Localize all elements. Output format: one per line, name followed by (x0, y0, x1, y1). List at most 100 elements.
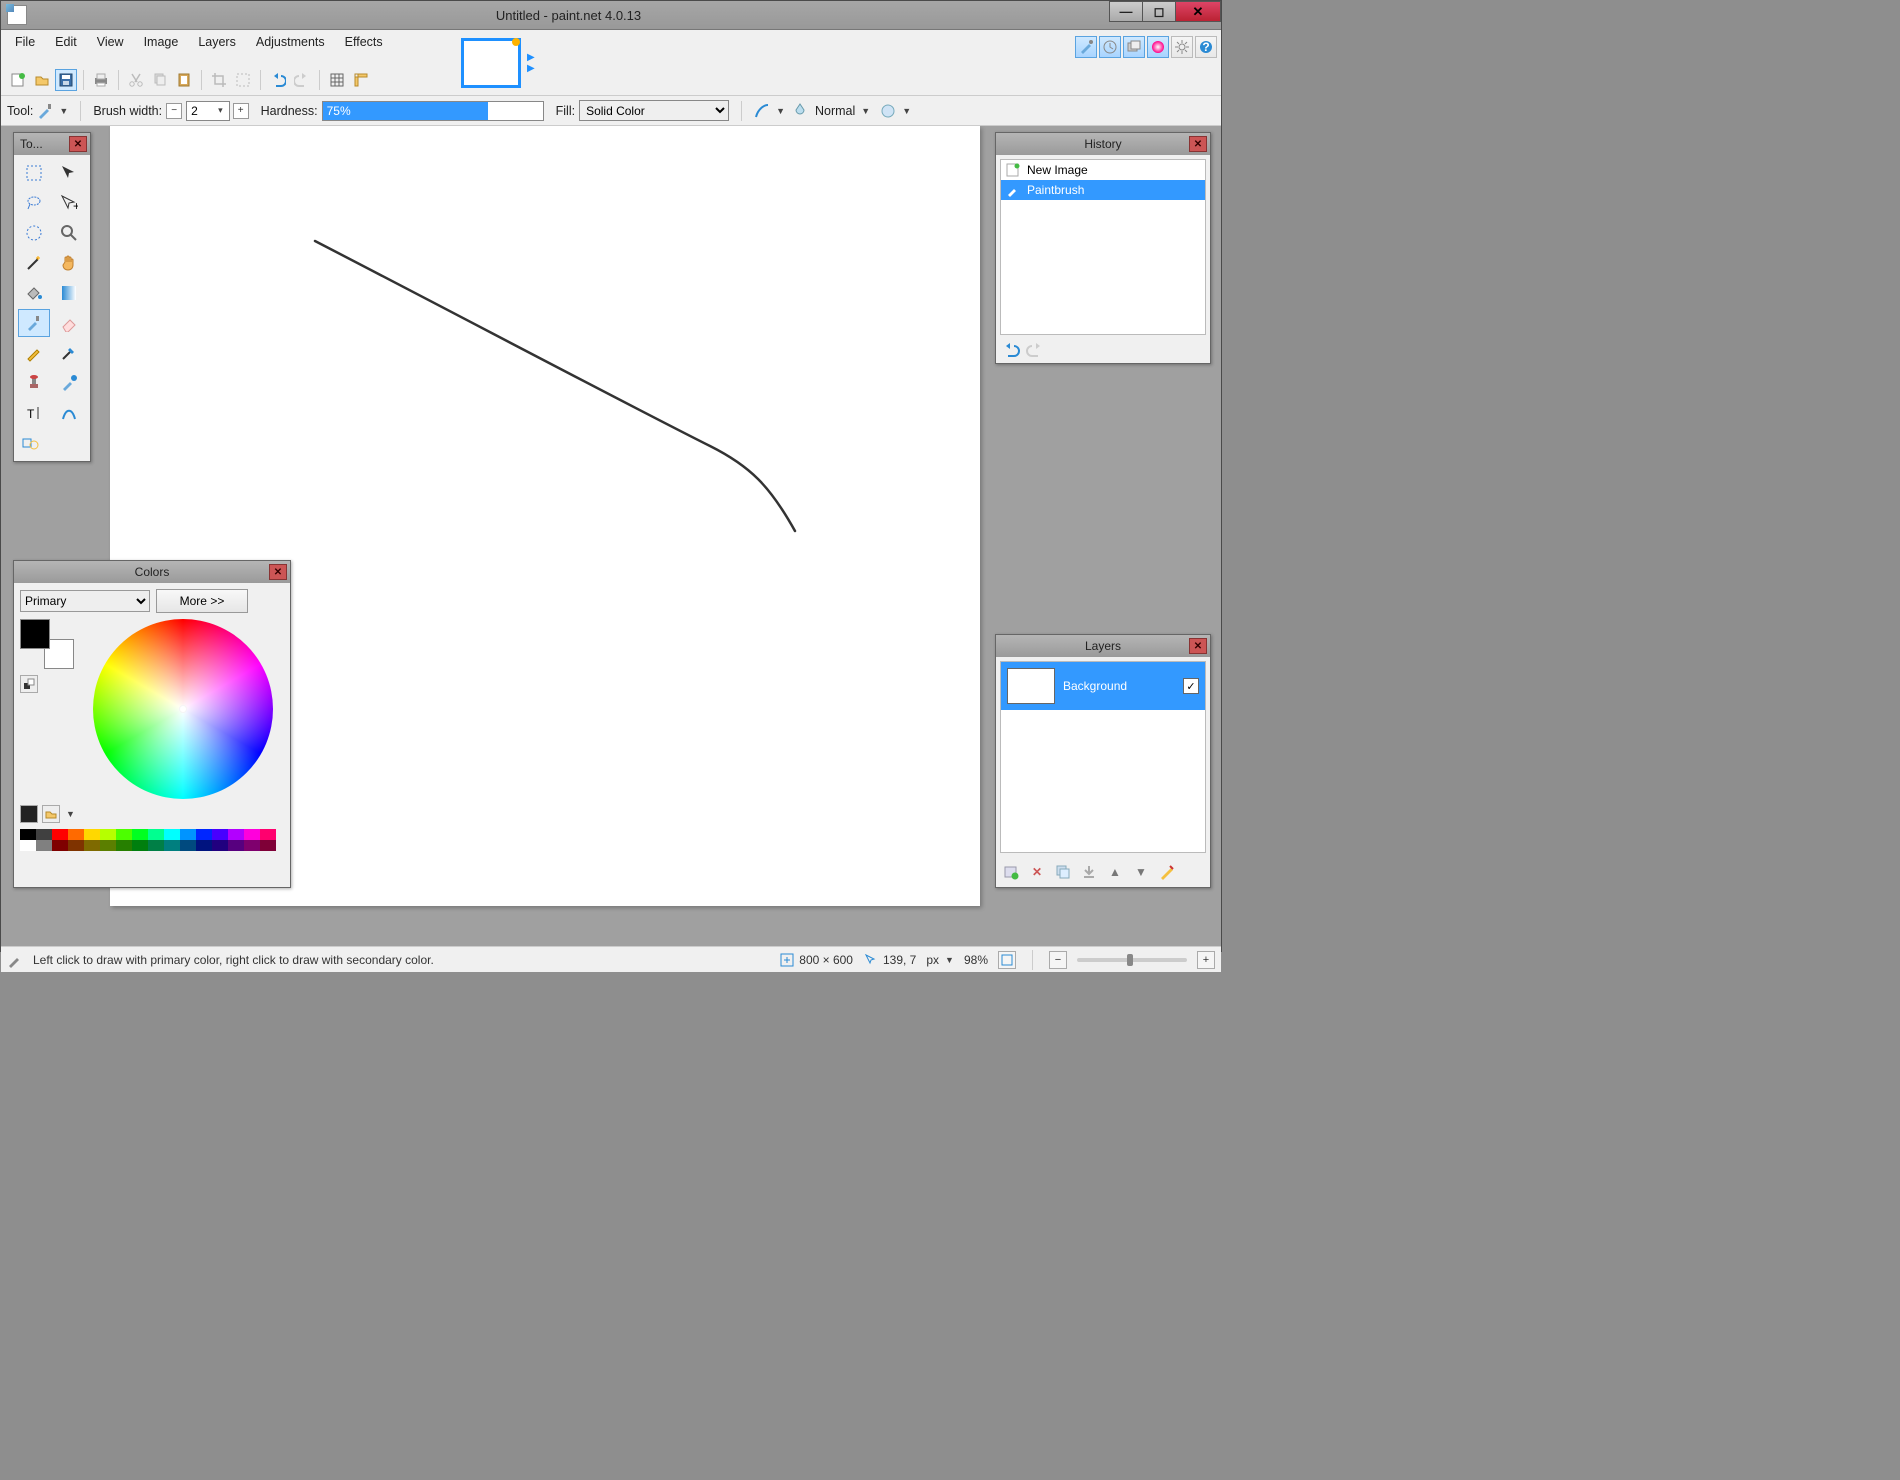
layer-delete-button[interactable]: ✕ (1026, 861, 1048, 883)
history-item-newimage[interactable]: New Image (1001, 160, 1205, 180)
unit-dropdown[interactable]: ▼ (945, 955, 954, 965)
grid-button[interactable] (326, 69, 348, 91)
palette-swatch[interactable] (36, 829, 52, 840)
redo-button[interactable] (291, 69, 313, 91)
palette-swatch[interactable] (148, 840, 164, 851)
maximize-button[interactable]: ◻ (1142, 1, 1176, 22)
tool-pan[interactable] (53, 249, 85, 277)
brushwidth-input[interactable] (186, 101, 230, 121)
ruler-button[interactable] (350, 69, 372, 91)
palette-swatch[interactable] (260, 829, 276, 840)
save-button[interactable] (55, 69, 77, 91)
document-list-dropdown[interactable]: ▶▶ (527, 52, 535, 74)
fill-select[interactable]: Solid Color (579, 100, 729, 121)
palette-swatch[interactable] (68, 829, 84, 840)
palette-swatch[interactable] (212, 840, 228, 851)
palette-swatch[interactable] (164, 829, 180, 840)
palette-swatch[interactable] (228, 840, 244, 851)
palette-swatch[interactable] (212, 829, 228, 840)
palette-swatch[interactable] (260, 840, 276, 851)
palette-swatch[interactable] (84, 840, 100, 851)
tool-lasso[interactable] (18, 189, 50, 217)
blend-mode[interactable]: Normal (815, 104, 855, 118)
close-button[interactable]: ✕ (1175, 1, 1221, 22)
unit-label[interactable]: px (926, 953, 939, 967)
menu-adjustments[interactable]: Adjustments (248, 32, 333, 52)
settings-button[interactable] (1171, 36, 1193, 58)
palette-swatch[interactable] (244, 829, 260, 840)
tool-gradient[interactable] (53, 279, 85, 307)
history-panel-close[interactable]: ✕ (1189, 136, 1207, 152)
fgbg-swatch[interactable] (20, 619, 74, 669)
palette-menu-button[interactable] (42, 805, 60, 823)
palette-swatch[interactable] (196, 829, 212, 840)
tool-zoom[interactable] (53, 219, 85, 247)
palette-swatch[interactable] (116, 829, 132, 840)
history-panel-title[interactable]: History ✕ (996, 133, 1210, 155)
antialias-icon[interactable] (754, 103, 770, 119)
layers-panel-title[interactable]: Layers ✕ (996, 635, 1210, 657)
cut-button[interactable] (125, 69, 147, 91)
palette-swatch[interactable] (116, 840, 132, 851)
palette-swatch[interactable] (68, 840, 84, 851)
zoom-value[interactable]: 98% (964, 953, 988, 967)
palette-swatch[interactable] (132, 829, 148, 840)
palette-swatch[interactable] (244, 840, 260, 851)
zoom-in-button[interactable]: + (1197, 951, 1215, 969)
layers-panel-close[interactable]: ✕ (1189, 638, 1207, 654)
copy-button[interactable] (149, 69, 171, 91)
brushwidth-increase[interactable]: + (233, 103, 249, 119)
paste-button[interactable] (173, 69, 195, 91)
palette-swatch[interactable] (52, 840, 68, 851)
tool-colorpicker[interactable] (53, 339, 85, 367)
color-palette[interactable] (20, 829, 284, 851)
history-undo[interactable] (1002, 343, 1020, 359)
palette-swatch[interactable] (84, 829, 100, 840)
hardness-slider[interactable]: 75% (322, 101, 544, 121)
tools-panel-close[interactable]: ✕ (69, 136, 87, 152)
minimize-button[interactable]: — (1109, 1, 1143, 22)
zoom-out-button[interactable]: − (1049, 951, 1067, 969)
antialias-dropdown[interactable]: ▼ (776, 106, 785, 116)
palette-swatch[interactable] (180, 829, 196, 840)
tools-panel-title[interactable]: To... ✕ (14, 133, 90, 155)
tools-toggle[interactable] (1075, 36, 1097, 58)
menu-layers[interactable]: Layers (190, 32, 244, 52)
menu-image[interactable]: Image (136, 32, 187, 52)
blend-dropdown[interactable]: ▼ (861, 106, 870, 116)
layers-list[interactable]: Background ✓ (1000, 661, 1206, 853)
history-item-paintbrush[interactable]: Paintbrush (1001, 180, 1205, 200)
palette-swatch[interactable] (20, 829, 36, 840)
menu-effects[interactable]: Effects (337, 32, 391, 52)
history-toggle[interactable] (1099, 36, 1121, 58)
palette-swatch[interactable] (164, 840, 180, 851)
brushwidth-decrease[interactable]: − (166, 103, 182, 119)
brushwidth-dropdown[interactable]: ▾ (218, 105, 223, 116)
overwrite-dropdown[interactable]: ▼ (902, 106, 911, 116)
tool-recolor[interactable] (53, 369, 85, 397)
tool-pencil[interactable] (18, 339, 50, 367)
overwrite-icon[interactable] (880, 103, 896, 119)
deselect-button[interactable] (232, 69, 254, 91)
colors-toggle[interactable] (1147, 36, 1169, 58)
layer-movedown-button[interactable]: ▼ (1130, 861, 1152, 883)
help-button[interactable]: ? (1195, 36, 1217, 58)
tool-fill[interactable] (18, 279, 50, 307)
palette-swatch[interactable] (228, 829, 244, 840)
history-list[interactable]: New Image Paintbrush (1000, 159, 1206, 335)
document-thumb[interactable] (461, 38, 521, 88)
tool-eraser[interactable] (53, 309, 85, 337)
palette-swatch[interactable] (132, 840, 148, 851)
tool-line[interactable] (53, 399, 85, 427)
crop-button[interactable] (208, 69, 230, 91)
open-button[interactable] (31, 69, 53, 91)
layer-add-button[interactable] (1000, 861, 1022, 883)
menu-file[interactable]: File (7, 32, 43, 52)
palette-swatch[interactable] (100, 840, 116, 851)
tool-ellipse-select[interactable] (18, 219, 50, 247)
palette-swatch[interactable] (100, 829, 116, 840)
layer-merge-button[interactable] (1078, 861, 1100, 883)
palette-swatch[interactable] (36, 840, 52, 851)
tool-rect-select[interactable] (18, 159, 50, 187)
tool-move-pixels[interactable]: + (53, 189, 85, 217)
